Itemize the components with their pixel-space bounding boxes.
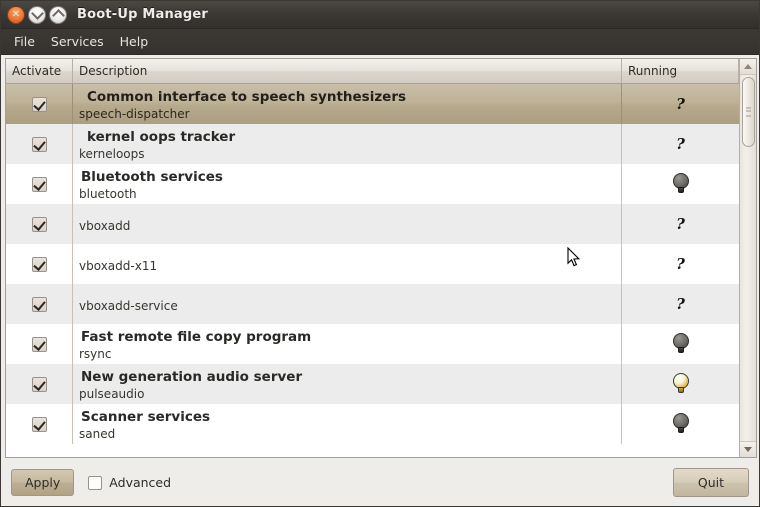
scroll-up-arrow[interactable] [740,59,756,75]
question-mark-icon: ? [676,255,685,273]
advanced-label: Advanced [109,475,172,490]
advanced-checkbox[interactable] [88,475,103,490]
footer-bar: Apply Advanced Quit [1,459,759,506]
cell-description: vboxadd-service [73,284,622,324]
service-title: Fast remote file copy program [81,329,312,345]
cell-running [622,324,739,364]
column-header-activate[interactable]: Activate [6,59,73,83]
scrollbar-thumb[interactable] [742,77,755,147]
close-icon[interactable]: ✕ [7,5,25,24]
menu-item-help[interactable]: Help [112,31,157,52]
service-name: saned [79,427,116,441]
service-name: vboxadd [79,218,131,233]
cell-running: ? [622,124,739,164]
service-name: bluetooth [79,187,137,201]
cell-description: vboxadd [73,204,622,244]
service-title: Scanner services [81,409,211,425]
cell-activate [6,84,73,124]
services-list: Activate Description Running Common inte… [6,59,739,457]
question-mark-icon: ? [676,215,685,233]
cell-running: ? [622,84,739,124]
question-mark-icon: ? [676,135,685,153]
activate-checkbox[interactable] [31,296,47,312]
services-list-frame: Activate Description Running Common inte… [5,58,757,458]
service-title: New generation audio server [81,369,303,385]
service-name: kerneloops [79,147,145,161]
activate-checkbox[interactable] [31,416,47,432]
menu-item-file[interactable]: File [6,31,43,52]
scroll-down-arrow[interactable] [740,441,756,457]
column-headers: Activate Description Running [6,59,739,84]
cell-running: ? [622,284,739,324]
cell-running [622,164,739,204]
activate-checkbox[interactable] [31,136,47,152]
cell-activate [6,244,73,284]
cell-running: ? [622,244,739,284]
cell-description: New generation audio server pulseaudio [73,364,622,404]
minimize-icon[interactable] [28,5,46,24]
table-row[interactable]: Bluetooth services bluetooth [6,164,739,204]
activate-checkbox[interactable] [31,376,47,392]
window-controls: ✕ [7,5,67,24]
cell-activate [6,284,73,324]
cell-activate [6,164,73,204]
service-name: pulseaudio [79,387,145,401]
menu-bar: File Services Help [1,29,759,55]
lightbulb-off-icon [672,413,690,435]
cell-description: Common interface to speech synthesizers s… [73,84,622,124]
cell-activate [6,324,73,364]
cell-activate [6,124,73,164]
table-row[interactable]: New generation audio server pulseaudio [6,364,739,404]
service-name: vboxadd-x11 [79,258,158,273]
window-title: Boot-Up Manager [77,7,209,22]
table-row[interactable]: Scanner services saned [6,404,739,444]
lightbulb-on-icon [672,373,690,395]
service-title: kernel oops tracker [87,129,236,145]
table-body: Common interface to speech synthesizers s… [6,84,739,444]
menu-item-services[interactable]: Services [43,31,112,52]
quit-button[interactable]: Quit [672,468,749,497]
activate-checkbox[interactable] [31,176,47,192]
cell-running [622,364,739,404]
question-mark-icon: ? [676,295,685,313]
service-name: speech-dispatcher [79,107,190,121]
title-bar: ✕ Boot-Up Manager [1,1,759,29]
activate-checkbox[interactable] [31,216,47,232]
cell-description: Scanner services saned [73,404,622,444]
activate-checkbox[interactable] [31,336,47,352]
cell-activate [6,204,73,244]
column-header-running[interactable]: Running [622,59,739,83]
apply-button[interactable]: Apply [11,469,75,496]
cell-running: ? [622,204,739,244]
table-row[interactable]: vboxadd-x11? [6,244,739,284]
service-title: Common interface to speech synthesizers [87,89,407,105]
vertical-scrollbar[interactable] [739,59,756,457]
maximize-icon[interactable] [49,5,67,24]
cell-description: Bluetooth services bluetooth [73,164,622,204]
lightbulb-off-icon [672,333,690,355]
service-name: rsync [79,347,112,361]
cell-activate [6,404,73,444]
activate-checkbox[interactable] [31,256,47,272]
cell-description: kernel oops tracker kerneloops [73,124,622,164]
cell-description: Fast remote file copy program rsync [73,324,622,364]
table-row[interactable]: vboxadd-service? [6,284,739,324]
table-row[interactable]: vboxadd? [6,204,739,244]
cell-running [622,404,739,444]
cell-activate [6,364,73,404]
question-mark-icon: ? [676,95,685,113]
cell-description: vboxadd-x11 [73,244,622,284]
table-row[interactable]: Fast remote file copy program rsync [6,324,739,364]
table-row[interactable]: Common interface to speech synthesizers s… [6,84,739,124]
lightbulb-off-icon [672,173,690,195]
activate-checkbox[interactable] [31,96,47,112]
advanced-checkbox-group[interactable]: Advanced [88,475,171,490]
service-title: Bluetooth services [81,169,223,185]
table-row[interactable]: kernel oops tracker kerneloops? [6,124,739,164]
boot-up-manager-window: ✕ Boot-Up Manager File Services Help Act… [0,0,760,507]
service-name: vboxadd-service [79,298,178,313]
column-header-description[interactable]: Description [73,59,622,83]
